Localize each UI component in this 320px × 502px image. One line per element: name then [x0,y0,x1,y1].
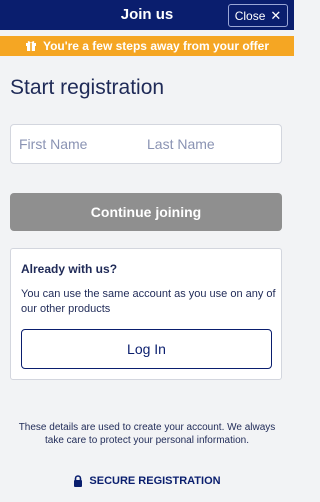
close-icon: ✕ [270,8,282,23]
secure-registration-label: SECURE REGISTRATION [89,475,221,487]
first-name-input[interactable] [19,125,139,163]
lock-icon [73,475,83,487]
gift-icon [25,39,37,54]
header-bar: Join us Close ✕ [0,0,294,30]
offer-banner-text: You're a few steps away from your offer [42,39,270,53]
secure-registration: SECURE REGISTRATION [0,475,294,487]
privacy-disclaimer: These details are used to create your ac… [18,422,276,446]
existing-account-card: Already with us? You can use the same ac… [10,248,282,380]
continue-joining-button[interactable]: Continue joining [10,193,282,231]
close-button[interactable]: Close ✕ [228,4,288,27]
existing-account-title: Already with us? [21,262,118,276]
close-label: Close [234,8,266,23]
log-in-button[interactable]: Log In [21,329,272,369]
existing-account-text: You can use the same account as you use … [21,288,276,315]
offer-banner: You're a few steps away from your offer [0,36,294,56]
page-title: Start registration [10,76,165,99]
name-fields [10,124,282,164]
last-name-input[interactable] [147,125,275,163]
